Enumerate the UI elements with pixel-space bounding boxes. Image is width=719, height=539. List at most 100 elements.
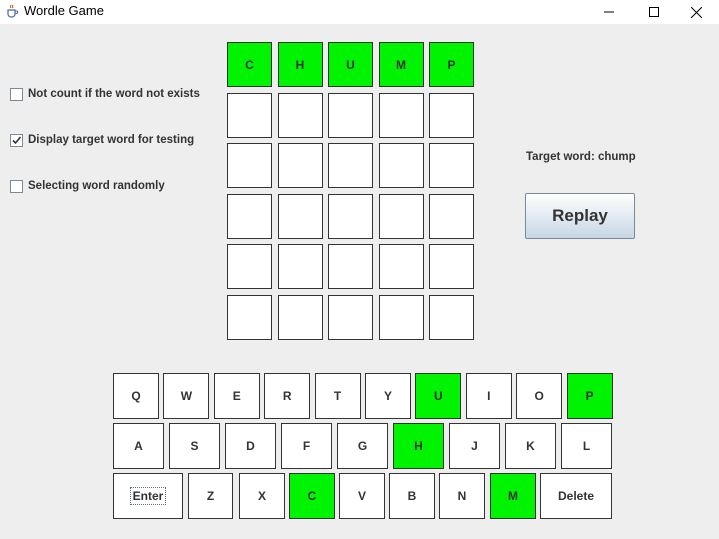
- option-display-target[interactable]: Display target word for testing: [10, 132, 194, 148]
- key-z[interactable]: Z: [188, 473, 233, 519]
- grid-cell: M: [378, 42, 424, 87]
- grid-cell: [328, 143, 373, 188]
- key-l[interactable]: L: [561, 423, 612, 469]
- replay-button[interactable]: Replay: [525, 193, 635, 239]
- checkmark-icon: [12, 135, 22, 144]
- option-label: Display target word for testing: [28, 134, 195, 146]
- grid-cell: [328, 294, 373, 340]
- key-y[interactable]: Y: [365, 373, 411, 419]
- key-label: B: [407, 489, 417, 503]
- key-h[interactable]: H: [393, 423, 444, 469]
- key-label: E: [232, 389, 241, 403]
- key-label: Delete: [557, 489, 595, 503]
- grid-cell: [378, 143, 424, 188]
- key-label: O: [534, 389, 544, 403]
- key-enter[interactable]: Enter: [113, 473, 183, 519]
- key-q[interactable]: Q: [113, 373, 159, 419]
- grid-cell: [277, 244, 323, 289]
- grid-cell: [378, 193, 424, 239]
- key-m[interactable]: M: [490, 473, 536, 519]
- key-j[interactable]: J: [449, 423, 500, 469]
- key-label: V: [357, 489, 366, 503]
- key-g[interactable]: G: [337, 423, 388, 469]
- grid-cell: [227, 92, 272, 138]
- grid-cell: [277, 294, 323, 340]
- key-f[interactable]: F: [281, 423, 332, 469]
- key-label: Y: [383, 389, 392, 403]
- grid-cell: [227, 143, 272, 188]
- key-label: K: [526, 439, 535, 453]
- grid-cell: [227, 294, 272, 340]
- target-word-label: Target word: chump: [526, 151, 636, 163]
- key-o[interactable]: O: [516, 373, 563, 419]
- key-label: N: [457, 489, 467, 503]
- key-label: M: [508, 489, 518, 503]
- key-label: Z: [206, 489, 215, 503]
- grid-cell: U: [328, 42, 373, 87]
- grid-cell: P: [429, 42, 474, 87]
- key-label: A: [134, 439, 143, 453]
- option-label: Not count if the word not exists: [28, 88, 200, 100]
- grid-cell: [328, 244, 373, 289]
- grid-cell: [429, 294, 474, 340]
- key-c[interactable]: C: [289, 473, 335, 519]
- grid-cell: [227, 193, 272, 239]
- maximize-button[interactable]: [631, 0, 676, 24]
- key-label: W: [180, 389, 193, 403]
- key-label: P: [585, 389, 594, 403]
- grid-cell: H: [277, 42, 323, 87]
- grid-cell: [429, 193, 474, 239]
- window-title: Wordle Game: [24, 3, 104, 18]
- key-r[interactable]: R: [264, 373, 311, 419]
- key-w[interactable]: W: [163, 373, 210, 419]
- option-label: Selecting word randomly: [28, 180, 165, 192]
- key-e[interactable]: E: [213, 373, 260, 419]
- key-label: U: [434, 389, 443, 403]
- grid-cell: [378, 294, 424, 340]
- grid-cell: [328, 92, 373, 138]
- key-label: D: [246, 439, 255, 453]
- key-t[interactable]: T: [314, 373, 361, 419]
- key-label: Enter: [129, 487, 167, 505]
- key-d[interactable]: D: [225, 423, 276, 469]
- key-k[interactable]: K: [505, 423, 556, 469]
- key-label: X: [257, 489, 266, 503]
- minimize-button[interactable]: [586, 0, 631, 24]
- key-label: I: [487, 389, 491, 403]
- key-x[interactable]: X: [239, 473, 285, 519]
- option-random-word[interactable]: Selecting word randomly: [10, 178, 165, 194]
- checkbox[interactable]: [10, 133, 23, 147]
- key-label: S: [190, 439, 199, 453]
- grid-cell: [328, 193, 373, 239]
- close-button[interactable]: [674, 0, 719, 24]
- key-label: H: [414, 439, 423, 453]
- key-b[interactable]: B: [389, 473, 435, 519]
- grid-cell: [277, 193, 323, 239]
- checkbox[interactable]: [10, 87, 23, 101]
- key-label: J: [471, 439, 478, 453]
- checkbox[interactable]: [10, 179, 23, 193]
- key-label: F: [302, 439, 311, 453]
- key-delete[interactable]: Delete: [540, 473, 612, 519]
- key-u[interactable]: U: [415, 373, 462, 419]
- key-label: T: [333, 389, 342, 403]
- grid-cell: [378, 92, 424, 138]
- key-v[interactable]: V: [339, 473, 385, 519]
- key-n[interactable]: N: [439, 473, 485, 519]
- key-a[interactable]: A: [113, 423, 164, 469]
- grid-cell: [378, 244, 424, 289]
- close-icon: [691, 6, 702, 18]
- option-not-count-nonexistent[interactable]: Not count if the word not exists: [10, 86, 200, 102]
- key-label: G: [357, 439, 368, 453]
- grid-cell: [429, 92, 474, 138]
- key-label: L: [582, 439, 591, 453]
- maximize-icon: [648, 7, 659, 17]
- key-label: C: [307, 489, 317, 503]
- key-p[interactable]: P: [566, 373, 613, 419]
- key-label: Q: [131, 389, 141, 403]
- key-s[interactable]: S: [169, 423, 220, 469]
- key-label: R: [282, 389, 292, 403]
- key-i[interactable]: I: [465, 373, 512, 419]
- grid-cell: [429, 143, 474, 188]
- grid-cell: [277, 92, 323, 138]
